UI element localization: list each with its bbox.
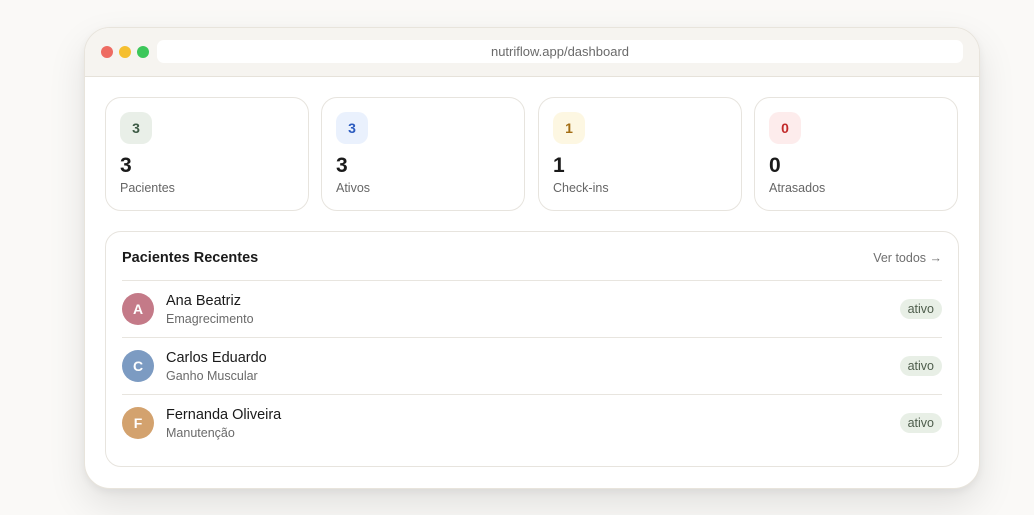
stats-row: 3 3 Pacientes 3 3 Ativos 1 1 Check-ins 0…	[105, 97, 959, 211]
status-badge: ativo	[899, 413, 942, 433]
stat-badge: 0	[769, 112, 801, 144]
patient-goal: Manutenção	[166, 426, 235, 440]
status-badge: ativo	[899, 356, 942, 376]
patient-goal: Emagrecimento	[166, 312, 254, 326]
patient-name: Ana Beatriz	[166, 293, 241, 309]
browser-titlebar: nutriflow.app/dashboard	[85, 28, 979, 77]
stat-badge: 3	[120, 112, 152, 144]
avatar: F	[122, 407, 154, 439]
patient-row[interactable]: F Fernanda Oliveira Manutenção ativo	[122, 394, 942, 451]
stat-value: 1	[553, 154, 565, 177]
maximize-window-button[interactable]	[137, 46, 149, 58]
stat-label: Pacientes	[120, 181, 175, 195]
address-bar[interactable]: nutriflow.app/dashboard	[157, 40, 963, 63]
avatar: C	[122, 350, 154, 382]
patient-name: Fernanda Oliveira	[166, 407, 282, 423]
stat-value: 3	[336, 154, 348, 177]
stat-label: Check-ins	[553, 181, 609, 195]
stat-label: Atrasados	[769, 181, 826, 195]
stat-card-atrasados: 0 0 Atrasados	[754, 97, 958, 211]
avatar: A	[122, 293, 154, 325]
close-window-button[interactable]	[101, 46, 113, 58]
patient-name: Carlos Eduardo	[166, 350, 267, 366]
patient-row[interactable]: A Ana Beatriz Emagrecimento ativo	[122, 280, 942, 337]
minimize-window-button[interactable]	[119, 46, 131, 58]
patient-goal: Ganho Muscular	[166, 369, 258, 383]
section-title: Pacientes Recentes	[122, 250, 259, 266]
stat-badge: 1	[553, 112, 585, 144]
view-all-link[interactable]: Ver todos →	[873, 251, 942, 265]
stat-label: Ativos	[336, 181, 371, 195]
stat-card-pacientes: 3 3 Pacientes	[105, 97, 309, 211]
stat-card-check-ins: 1 1 Check-ins	[538, 97, 742, 211]
stat-value: 0	[769, 154, 781, 177]
status-badge: ativo	[899, 299, 942, 319]
browser-window: nutriflow.app/dashboard 3 3 Pacientes 3 …	[84, 27, 980, 489]
recent-patients-panel: Pacientes Recentes Ver todos → A Ana Bea…	[105, 231, 959, 467]
stat-badge: 3	[336, 112, 368, 144]
patient-row[interactable]: C Carlos Eduardo Ganho Muscular ativo	[122, 337, 942, 394]
stat-card-ativos: 3 3 Ativos	[321, 97, 525, 211]
stat-value: 3	[120, 154, 132, 177]
